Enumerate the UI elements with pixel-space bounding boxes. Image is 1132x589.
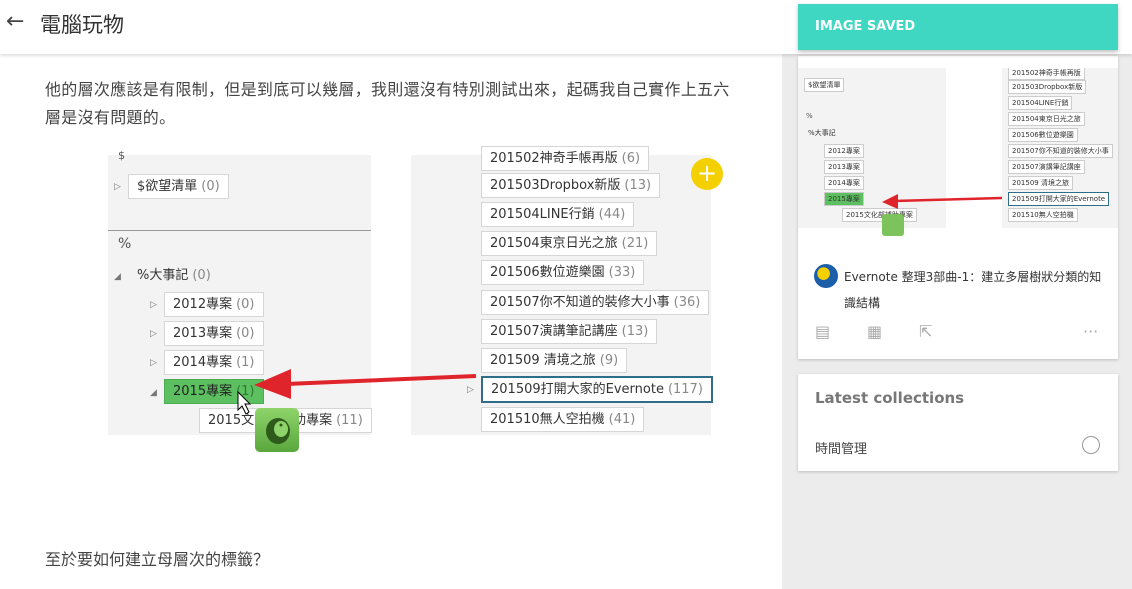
mini-evernote-icon (882, 214, 904, 236)
more-icon[interactable]: ··· (1083, 322, 1098, 341)
latest-collections-title: Latest collections (815, 389, 965, 407)
grid-icon[interactable]: ▦ (867, 322, 882, 341)
image-saved-toast: IMAGE SAVED (798, 4, 1118, 50)
evernote-logo-icon (814, 264, 838, 288)
mini-red-arrow (882, 194, 1003, 209)
collection-item-label[interactable]: 時間管理 (815, 438, 867, 457)
article-screenshot: $ ▷ $欲望清單 (0) % ◢ %大事記 (0) ▷ 2012專案 (0) ▷ 2… (88, 146, 738, 452)
saved-item-card[interactable]: $欲望清單 % %大事記 2012專案 2013專案 2014專案 2015專案… (798, 56, 1118, 359)
open-external-icon[interactable]: ⇱ (919, 322, 932, 341)
latest-collections-card: Latest collections 時間管理 (798, 374, 1118, 471)
article-area: 他的層次應該是有限制，但是到底可以幾層，我則還沒有特別測試出來，起碼我自己實作上… (0, 0, 782, 589)
collection-radio[interactable] (1082, 436, 1100, 454)
evernote-elephant-icon (255, 408, 299, 452)
note-icon[interactable]: ▤ (815, 322, 830, 341)
back-arrow-icon[interactable]: ← (6, 9, 24, 34)
article-paragraph: 他的層次應該是有限制，但是到底可以幾層，我則還沒有特別測試出來，起碼我自己實作上… (45, 80, 730, 127)
saved-item-title[interactable]: Evernote 整理3部曲-1：建立多層樹狀分類的知識結構 (844, 264, 1104, 316)
red-arrow-annotation (237, 369, 477, 415)
article-paragraph: 至於要如何建立母層次的標籤？ (45, 550, 270, 569)
page-title: 電腦玩物 (40, 13, 124, 37)
toast-label: IMAGE SAVED (815, 19, 916, 34)
